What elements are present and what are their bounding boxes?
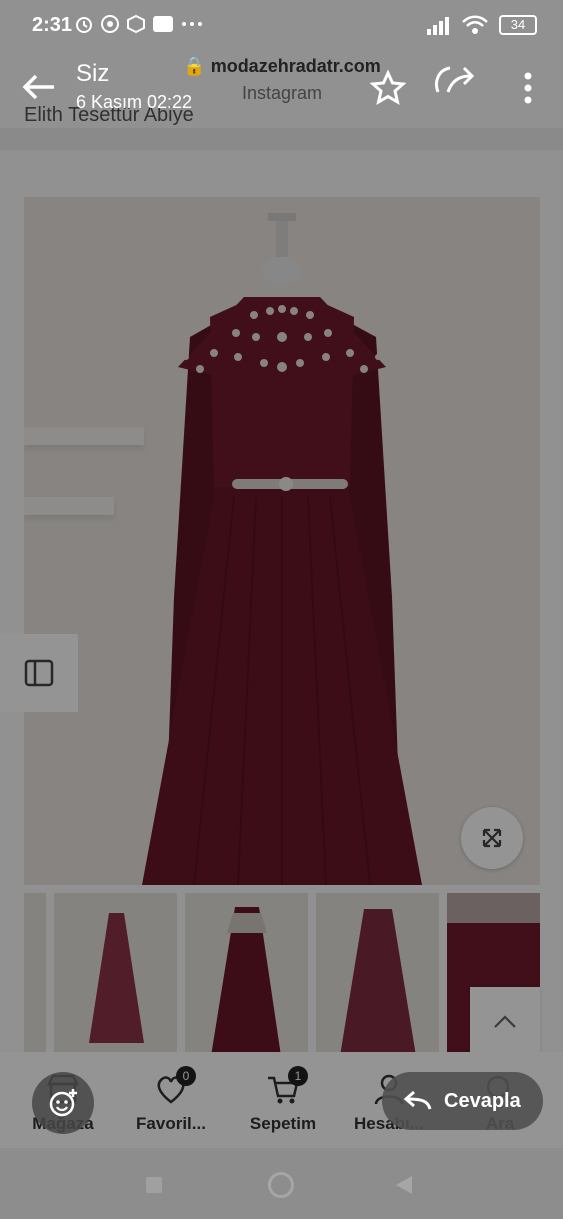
- web-page: Elith Tesettür Abiye 0 Favoril... 1 Sepe…: [0, 0, 563, 1219]
- nav-label: Sepetim: [249, 1114, 317, 1133]
- back-button[interactable]: [18, 66, 60, 108]
- status-time: 2:31: [32, 14, 73, 36]
- expand-icon: [482, 828, 502, 848]
- star-icon[interactable]: [370, 70, 406, 106]
- thumbnail[interactable]: [185, 893, 308, 1056]
- scroll-top-button[interactable]: [470, 987, 540, 1057]
- wall-shelf: [24, 497, 114, 515]
- notification-icons: [74, 14, 204, 34]
- more-vertical-icon[interactable]: [514, 68, 542, 108]
- side-panel-button[interactable]: [0, 634, 78, 712]
- recents-button[interactable]: [146, 1177, 162, 1193]
- nav-item-favorites[interactable]: 0 Favoril...: [133, 1066, 209, 1134]
- reply-arrow-icon: [403, 1090, 432, 1110]
- thumbnail[interactable]: [54, 893, 177, 1056]
- home-button[interactable]: [268, 1172, 294, 1198]
- battery-level: 34: [510, 17, 526, 32]
- link-url: 🔒 modazehradatr.com: [183, 56, 381, 76]
- more-notifications-icon: [182, 22, 202, 26]
- story-username[interactable]: Siz: [76, 60, 109, 88]
- story-header: Siz 6 Kasım 02:22 🔒 modazehradatr.com In…: [0, 52, 563, 130]
- react-button[interactable]: [32, 1072, 94, 1134]
- battery-icon: 34: [499, 15, 537, 35]
- alarm-icon: [76, 17, 92, 33]
- page-divider: [0, 128, 563, 150]
- reply-label: Cevapla: [444, 1089, 521, 1112]
- heart-icon: 0: [154, 1066, 196, 1106]
- favorites-badge: 0: [176, 1066, 196, 1086]
- arrow-left-icon: [22, 74, 54, 100]
- side-panel-icon: [24, 659, 54, 687]
- package-icon: [127, 14, 145, 34]
- share-icon[interactable]: [430, 62, 482, 106]
- thumbnail-strip: [24, 893, 540, 1056]
- smiley-add-icon: [49, 1089, 77, 1117]
- system-back-button[interactable]: [396, 1176, 412, 1194]
- story-timestamp: 6 Kasım 02:22: [76, 92, 193, 112]
- link-source: Instagram: [241, 83, 323, 103]
- zoom-button[interactable]: [461, 807, 523, 869]
- reply-button[interactable]: Cevapla: [382, 1072, 543, 1130]
- product-main-image[interactable]: [24, 197, 540, 885]
- app-icon: [153, 16, 173, 32]
- shared-link[interactable]: 🔒 modazehradatr.com Instagram: [182, 56, 382, 104]
- lock-icon: 🔒: [183, 56, 206, 76]
- chevron-up-icon: [494, 1015, 516, 1028]
- system-status-icons: 34: [425, 14, 537, 36]
- wifi-icon: [462, 15, 488, 34]
- system-navigation-bar: [0, 1148, 563, 1219]
- dress-illustration: [142, 213, 422, 885]
- status-bar: 2:31 34: [0, 0, 563, 52]
- nav-item-cart[interactable]: 1 Sepetim: [245, 1066, 321, 1134]
- thumbnail[interactable]: [316, 893, 439, 1056]
- nav-label: Favoril...: [136, 1114, 206, 1133]
- signal-icon: [427, 17, 449, 35]
- wall-shelf: [24, 427, 144, 445]
- thumbnail[interactable]: [24, 893, 46, 1056]
- cart-badge: 1: [288, 1066, 308, 1086]
- cart-icon: 1: [266, 1066, 308, 1106]
- whatsapp-icon: [101, 15, 119, 33]
